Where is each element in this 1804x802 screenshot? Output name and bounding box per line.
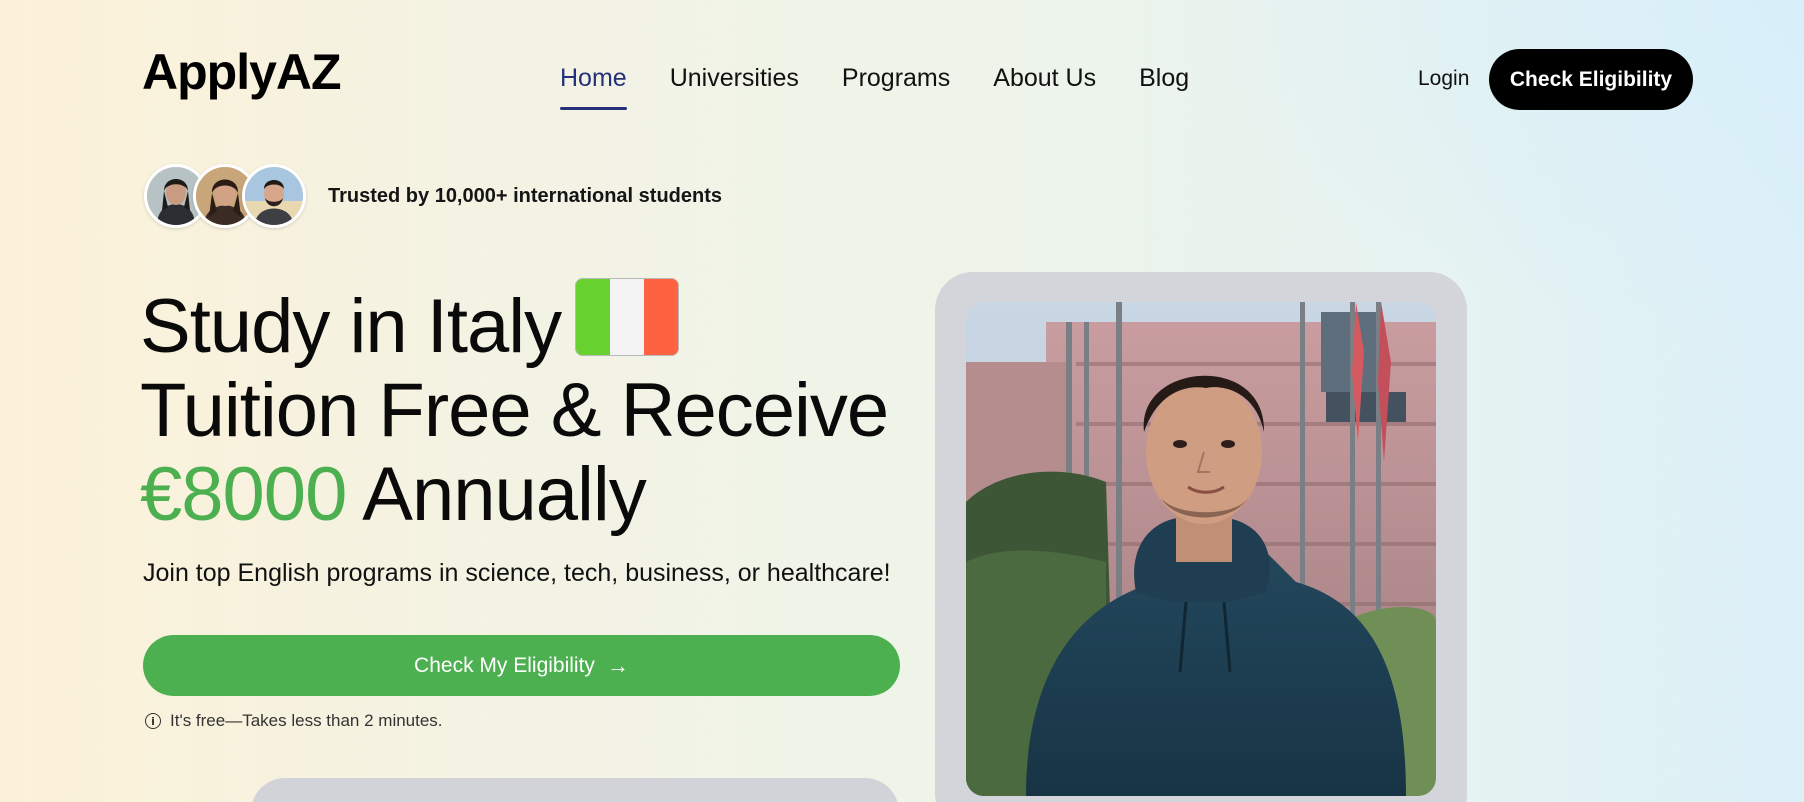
headline-line-3: €8000 Annually: [140, 453, 888, 537]
hero-headline: Study in Italy Tuition Free & Receive €8…: [140, 278, 889, 537]
site-header: ApplyAZ Home Universities Programs About…: [0, 0, 1804, 160]
student-avatars: [144, 164, 306, 228]
avatar: [242, 164, 306, 228]
headline-study-italy: Study in Italy: [140, 284, 562, 369]
login-link[interactable]: Login: [1418, 64, 1469, 94]
headline-annually: Annually: [346, 452, 647, 537]
nav-item-universities[interactable]: Universities: [670, 58, 799, 104]
trust-text: Trusted by 10,000+ international student…: [328, 184, 723, 207]
free-note: i It's free—Takes less than 2 minutes.: [145, 711, 443, 731]
nav-item-blog[interactable]: Blog: [1139, 58, 1189, 104]
student-photo: [966, 302, 1436, 796]
nav-item-about-us[interactable]: About Us: [993, 58, 1096, 104]
main-nav: Home Universities Programs About Us Blog: [560, 58, 1189, 110]
headline-line-2: Tuition Free & Receive: [140, 368, 889, 453]
nav-item-home[interactable]: Home: [560, 58, 627, 110]
italy-flag-icon: [575, 278, 680, 356]
trust-row: Trusted by 10,000+ international student…: [144, 162, 722, 230]
headline-line-1: Study in Italy: [140, 278, 888, 369]
bottom-card: [251, 778, 899, 802]
logo[interactable]: ApplyAZ: [142, 42, 342, 102]
check-eligibility-button[interactable]: Check Eligibility: [1489, 49, 1693, 110]
check-my-eligibility-button[interactable]: Check My Eligibility →: [143, 635, 900, 696]
hero-subtitle: Join top English programs in science, te…: [143, 559, 891, 587]
cta-label: Check My Eligibility: [414, 653, 595, 677]
free-note-text: It's free—Takes less than 2 minutes.: [170, 711, 443, 730]
arrow-right-icon: →: [606, 652, 629, 678]
stipend-amount: €8000: [140, 452, 347, 537]
nav-item-programs[interactable]: Programs: [842, 58, 950, 104]
info-icon: i: [145, 713, 161, 729]
